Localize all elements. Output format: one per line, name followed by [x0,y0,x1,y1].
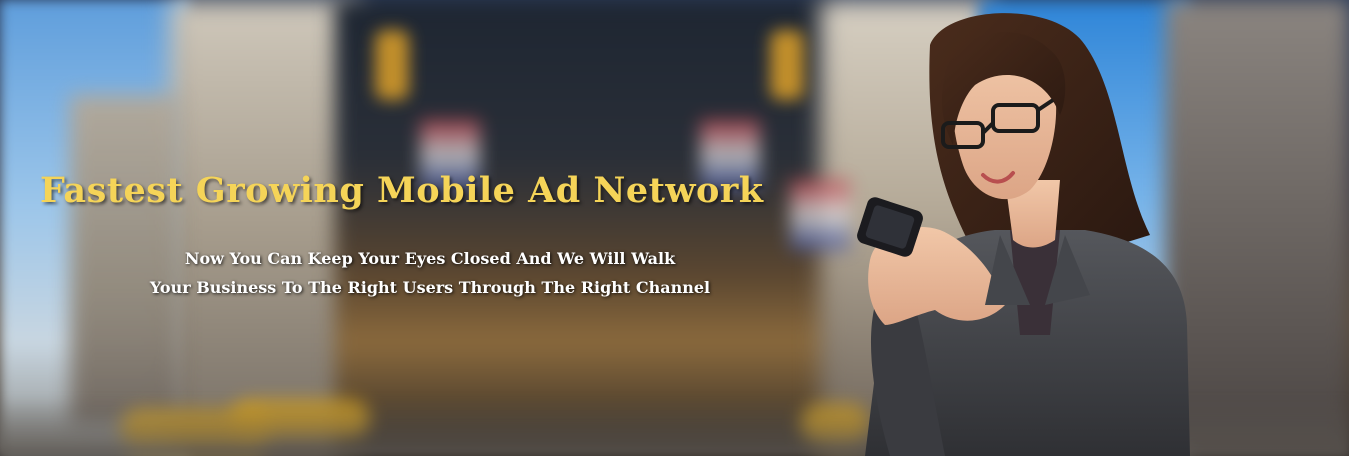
bg-traffic-light [770,30,804,100]
woman-with-phone-image [857,13,1190,456]
tagline-line-2: Your Business To The Right Users Through… [149,278,711,297]
tagline-line-1: Now You Can Keep Your Eyes Closed And We… [184,249,676,268]
headline-title: Fastest Growing Mobile Ad Network [40,170,764,211]
hero-banner: Fastest Growing Mobile Ad Network Now Yo… [0,0,1349,456]
bg-building-center [335,0,835,456]
bg-traffic-light [375,30,409,100]
bg-building-left [170,0,360,456]
tagline: Now You Can Keep Your Eyes Closed And We… [60,244,800,302]
